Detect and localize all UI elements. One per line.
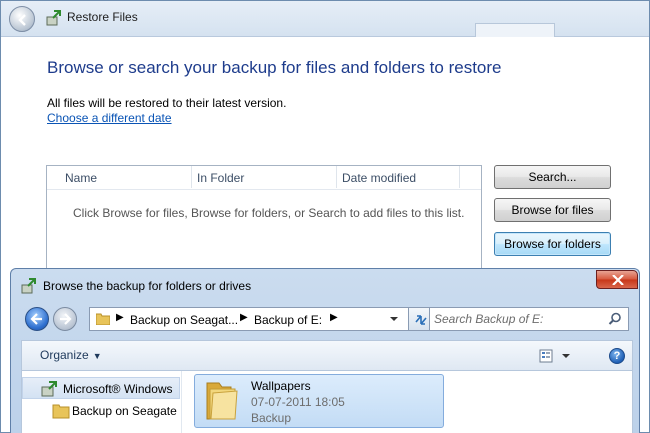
forward-arrow-icon (60, 313, 72, 325)
column-header-in-folder[interactable]: In Folder (197, 171, 244, 185)
window-title: Restore Files (67, 10, 138, 24)
navigation-pane: Microsoft® Windows Backup on Seagate (22, 371, 182, 433)
back-arrow-icon (30, 313, 42, 325)
page-heading: Browse or search your backup for files a… (47, 58, 502, 77)
hidden-window-button (475, 23, 555, 37)
chevron-down-icon: ▼ (92, 351, 102, 361)
column-header-date-modified[interactable]: Date modified (342, 171, 416, 185)
backup-restore-icon (21, 278, 36, 294)
item-date: 07-07-2011 18:05 (251, 395, 345, 409)
item-name: Wallpapers (251, 379, 311, 393)
empty-list-message: Click Browse for files, Browse for folde… (73, 206, 465, 220)
breadcrumb-backup-of-e[interactable]: Backup of E: (254, 313, 322, 327)
choose-date-link[interactable]: Choose a different date (47, 111, 172, 125)
dialog-content: Microsoft® Windows Backup on Seagate Wal… (21, 370, 633, 433)
breadcrumb-backup-on-seagate[interactable]: Backup on Seagat... (130, 313, 238, 327)
help-button[interactable]: ? (609, 348, 625, 364)
breadcrumb-chevron-icon[interactable]: ▶ (116, 312, 124, 323)
refresh-icon (415, 315, 427, 325)
browse-files-button[interactable]: Browse for files (494, 198, 611, 222)
tree-item-label: Backup on Seagate (72, 404, 177, 418)
back-arrow-icon (18, 14, 26, 26)
tree-item-backup-on-seagate[interactable]: Backup on Seagate (22, 400, 180, 422)
restore-info-text: All files will be restored to their late… (47, 96, 287, 110)
search-button[interactable]: Search... (494, 165, 611, 189)
address-bar[interactable]: ▶ Backup on Seagat... ▶ Backup of E: ▶ (89, 307, 409, 331)
dialog-title: Browse the backup for folders or drives (43, 279, 252, 293)
folder-icon (206, 382, 238, 420)
column-divider[interactable] (459, 166, 460, 188)
column-divider[interactable] (336, 166, 337, 188)
tree-item-label: Microsoft® Windows (63, 382, 173, 396)
browse-dialog: Browse the backup for folders or drives … (10, 268, 640, 433)
command-bar: Organize ▼ ? (21, 340, 633, 370)
view-options-icon[interactable] (538, 348, 574, 364)
search-icon[interactable] (608, 312, 622, 326)
backup-restore-icon (46, 10, 61, 26)
organize-label: Organize (40, 348, 89, 362)
list-header: Name In Folder Date modified (47, 166, 481, 190)
column-header-name[interactable]: Name (65, 171, 97, 185)
chevron-down-icon[interactable] (386, 311, 402, 327)
search-box[interactable] (429, 307, 629, 331)
column-divider[interactable] (191, 166, 192, 188)
folder-icon (52, 404, 70, 419)
breadcrumb-chevron-icon[interactable]: ▶ (330, 312, 338, 323)
close-button[interactable] (596, 270, 638, 289)
breadcrumb-chevron-icon[interactable]: ▶ (240, 312, 248, 323)
folder-icon (96, 313, 110, 325)
folder-tile-wallpapers[interactable]: Wallpapers 07-07-2011 18:05 Backup (194, 374, 444, 428)
organize-menu[interactable]: Organize ▼ (40, 348, 102, 362)
backup-icon (41, 381, 57, 397)
item-type: Backup (251, 411, 292, 425)
nav-back-button[interactable] (25, 307, 49, 331)
browse-folders-button[interactable]: Browse for folders (494, 232, 611, 256)
back-button[interactable] (9, 6, 35, 32)
nav-forward-button[interactable] (53, 307, 77, 331)
search-input[interactable] (434, 310, 602, 328)
tree-item-microsoft-windows[interactable]: Microsoft® Windows (22, 377, 180, 399)
title-bar: Restore Files (1, 1, 649, 37)
close-icon (612, 275, 624, 285)
